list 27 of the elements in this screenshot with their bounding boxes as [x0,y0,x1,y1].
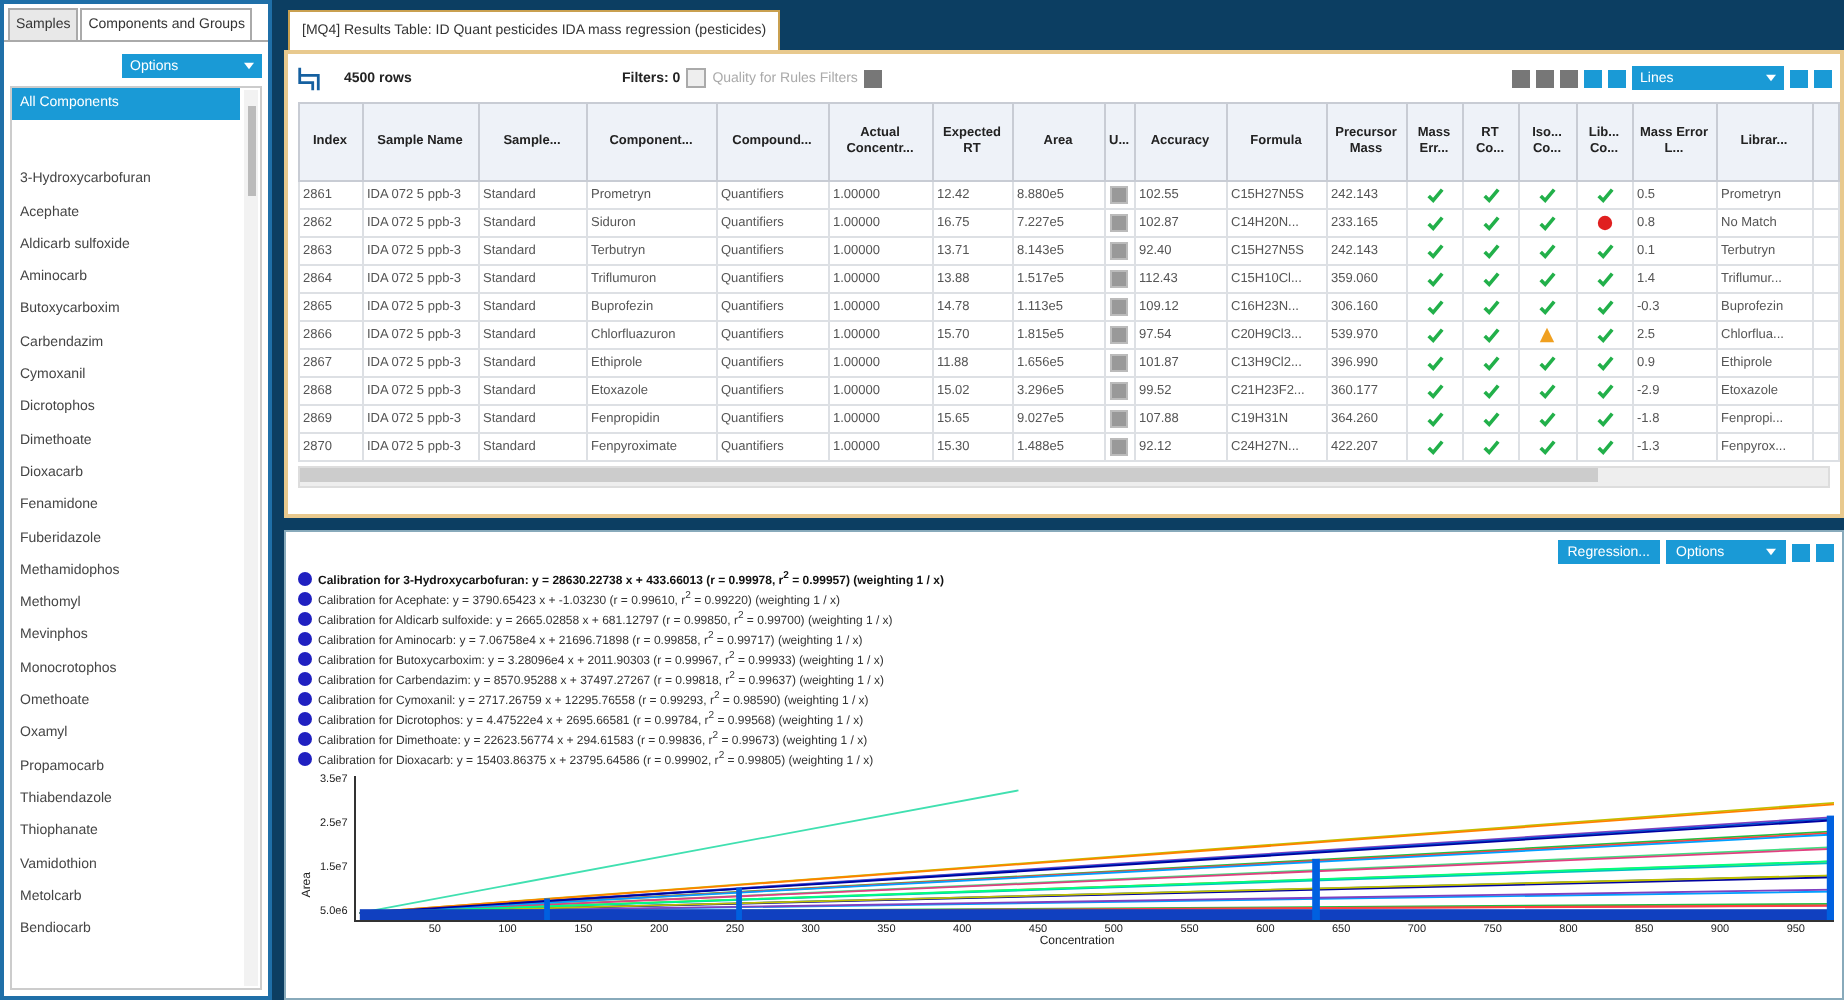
caret-icon [244,62,254,70]
checkbox[interactable] [686,68,707,88]
caret-icon [1766,74,1776,82]
used-checkbox[interactable] [1110,242,1128,260]
scrollbar[interactable] [244,90,258,986]
legend-dot-icon [298,631,312,645]
legend-dot-icon [298,571,312,585]
legend-dot-icon [298,731,312,745]
scrollbar[interactable] [298,466,1830,488]
legend-dot-icon [298,611,312,625]
used-checkbox[interactable] [1110,270,1128,288]
used-checkbox[interactable] [1110,438,1128,456]
used-checkbox[interactable] [1110,326,1128,344]
caret-icon [1766,548,1776,556]
legend-dot-icon [298,711,312,725]
legend-dot-icon [298,691,312,705]
legend-dot-icon [298,651,312,665]
used-checkbox[interactable] [1110,214,1128,232]
legend-dot-icon [298,591,312,605]
used-checkbox[interactable] [1110,186,1128,204]
used-checkbox[interactable] [1110,354,1128,372]
legend-dot-icon [298,751,312,765]
legend-dot-icon [298,671,312,685]
used-checkbox[interactable] [1110,410,1128,428]
layout-icon[interactable] [296,65,322,91]
used-checkbox[interactable] [1110,298,1128,316]
used-checkbox[interactable] [1110,382,1128,400]
